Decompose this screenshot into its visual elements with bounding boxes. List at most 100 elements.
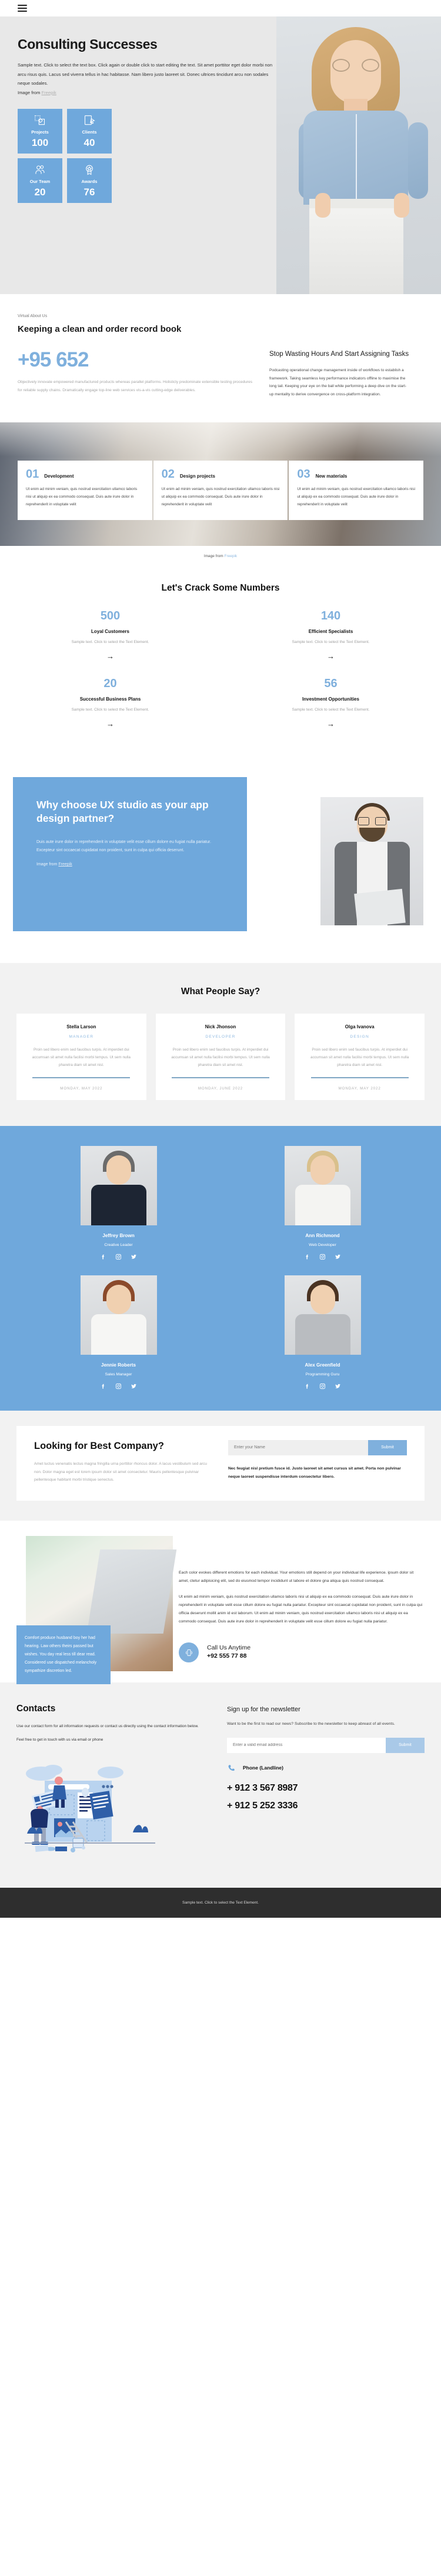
call-us-number[interactable]: +92 555 77 88 [207,1652,250,1661]
arrow-right-icon[interactable]: → [238,720,423,728]
features-credit-prefix: Image from [203,554,225,559]
number-value: 56 [324,677,338,691]
number-cell: 500 Loyal Customers Sample text. Click t… [18,610,203,678]
hero-section: Consulting Successes Sample text. Click … [0,16,441,294]
hamburger-menu-icon[interactable] [18,5,27,12]
facebook-icon[interactable] [304,1383,310,1389]
about-eyebrow: Virtual About Us [18,314,48,318]
facebook-icon[interactable] [100,1383,106,1389]
about-right-body: Podcasting operational change management… [269,368,407,397]
call-us-block[interactable]: Call Us Anytime +92 555 77 88 [179,1642,425,1663]
instagram-icon[interactable] [319,1383,326,1389]
number-label: Efficient Specialists [308,629,353,635]
feature-card[interactable]: 01 Development Ut enim ad minim veniam, … [18,461,152,521]
phone-icon [228,1764,235,1771]
number-value: 20 [103,677,117,691]
instagram-icon[interactable] [115,1383,122,1389]
newsletter-heading: Sign up for the newsletter [227,1706,300,1714]
feature-card[interactable]: 03 New materials Ut enim ad minim veniam… [289,461,423,521]
number-description: Sample text. Click to select the Text El… [71,708,149,712]
number-description: Sample text. Click to select the Text El… [292,640,370,645]
about-section: Virtual About Us Keeping a clean and ord… [0,294,441,423]
divider [310,1077,409,1078]
arrow-right-icon[interactable]: → [18,652,203,660]
why-credit-prefix: Image from [36,862,59,867]
newsletter-sub: Want to be the first to read our news? S… [227,1722,395,1727]
call-us-label: Call Us Anytime [207,1644,251,1652]
facebook-icon[interactable] [304,1254,310,1260]
stat-tile-clients[interactable]: Clients 40 [67,109,112,154]
number-label: Loyal Customers [91,629,129,635]
team-member: Jeffrey Brown Creative Leader [67,1145,170,1260]
avatar [80,1145,157,1225]
newsletter-submit-button[interactable]: Submit [386,1737,425,1753]
about-left-body: Objectively innovate empowered manufactu… [18,380,253,392]
testimonial-date: MONDAY, JUNE 2022 [198,1086,243,1091]
number-description: Sample text. Click to select the Text El… [71,640,149,645]
features-credit-link[interactable]: Freepik [225,554,238,558]
looking-body: Amet luctus venenatis lectus magna fring… [34,1462,207,1482]
phone-circle [179,1642,199,1663]
instagram-icon[interactable] [115,1254,122,1260]
hero-credit-link[interactable]: Freepik [42,90,56,95]
why-choose-photo [320,797,423,926]
testimonial-role: MANAGER [69,1035,94,1039]
stat-tile-label: Our Team [29,179,51,185]
number-cell: 56 Investment Opportunities Sample text.… [238,678,423,745]
hero-image-credit: Image from Freepik [18,88,276,98]
submit-button[interactable]: Submit [368,1439,407,1455]
name-input[interactable] [228,1439,368,1455]
testimonial-text: Proin sed libero enim sed faucibus turpi… [310,1048,409,1068]
facebook-icon[interactable] [100,1254,106,1260]
divider [171,1077,269,1078]
number-cell: 20 Successful Business Plans Sample text… [18,678,203,745]
stat-tile-value: 76 [83,186,95,198]
arrow-right-icon[interactable]: → [18,720,203,728]
article-quote: Comfort produce husband boy her had hear… [16,1625,111,1684]
stat-tile-value: 40 [83,137,95,149]
team-member-name: Jennie Roberts [101,1362,136,1368]
testimonial-card[interactable]: Nick Jhonson DEVELOPER Proin sed libero … [155,1014,286,1100]
why-choose-credit: Image from Freepik [36,861,223,869]
twitter-icon[interactable] [335,1254,341,1260]
why-credit-link[interactable]: Freepik [58,862,72,867]
stat-tile-our-team[interactable]: Our Team 20 [18,158,62,204]
stat-tile-value: 100 [31,137,49,149]
top-bar [0,0,441,16]
hero-photo [276,16,441,294]
looking-heading: Looking for Best Company? [34,1440,164,1451]
phone-number-2[interactable]: + 912 5 252 3336 [227,1801,425,1811]
stat-tile-awards[interactable]: Awards 76 [67,158,112,204]
features-image-credit: Image from Freepik [0,546,441,559]
stat-tile-projects[interactable]: Projects 100 [18,109,62,154]
phone-number-1[interactable]: + 912 3 567 8987 [227,1783,425,1794]
about-right-heading: Stop Wasting Hours And Start Assigning T… [269,351,409,358]
testimonial-card[interactable]: Stella Larson MANAGER Proin sed libero e… [16,1014,146,1100]
twitter-icon[interactable] [131,1254,137,1260]
number-label: Successful Business Plans [79,697,141,702]
numbers-heading: Let's Crack Some Numbers [161,583,280,594]
testimonial-text: Proin sed libero enim sed faucibus turpi… [171,1048,270,1068]
why-choose-body: Duis aute irure dolor in reprehenderit i… [36,840,211,853]
instagram-icon[interactable] [319,1254,326,1260]
twitter-icon[interactable] [131,1383,137,1389]
stat-tile-value: 20 [34,186,46,198]
twitter-icon[interactable] [335,1383,341,1389]
footer: Sample text. Click to select the Text El… [0,1887,441,1918]
hero-stat-tiles: Projects 100 Clients 40 Our Team 20 Awar… [18,109,276,204]
team-member-role: Programming Guru [305,1372,340,1377]
testimonial-card[interactable]: Olga Ivanova DESIGN Proin sed libero eni… [295,1014,425,1100]
contacts-illustration [16,1755,163,1861]
contacts-section: Contacts Use our contact form for all in… [0,1682,441,1888]
design-tool-icon [35,115,45,125]
feature-text: Ut enim ad minim veniam, quis nostrud ex… [161,487,280,506]
feature-title: Design projects [179,474,215,479]
arrow-right-icon[interactable]: → [238,652,423,660]
feature-card[interactable]: 02 Design projects Ut enim ad minim veni… [153,461,288,521]
testimonial-name: Nick Jhonson [205,1024,236,1030]
team-member-role: Web Developer [309,1242,336,1247]
email-input[interactable] [227,1737,386,1753]
newsletter-form: Submit [227,1737,425,1753]
testimonial-role: DESIGN [350,1035,369,1039]
number-value: 140 [320,609,341,623]
